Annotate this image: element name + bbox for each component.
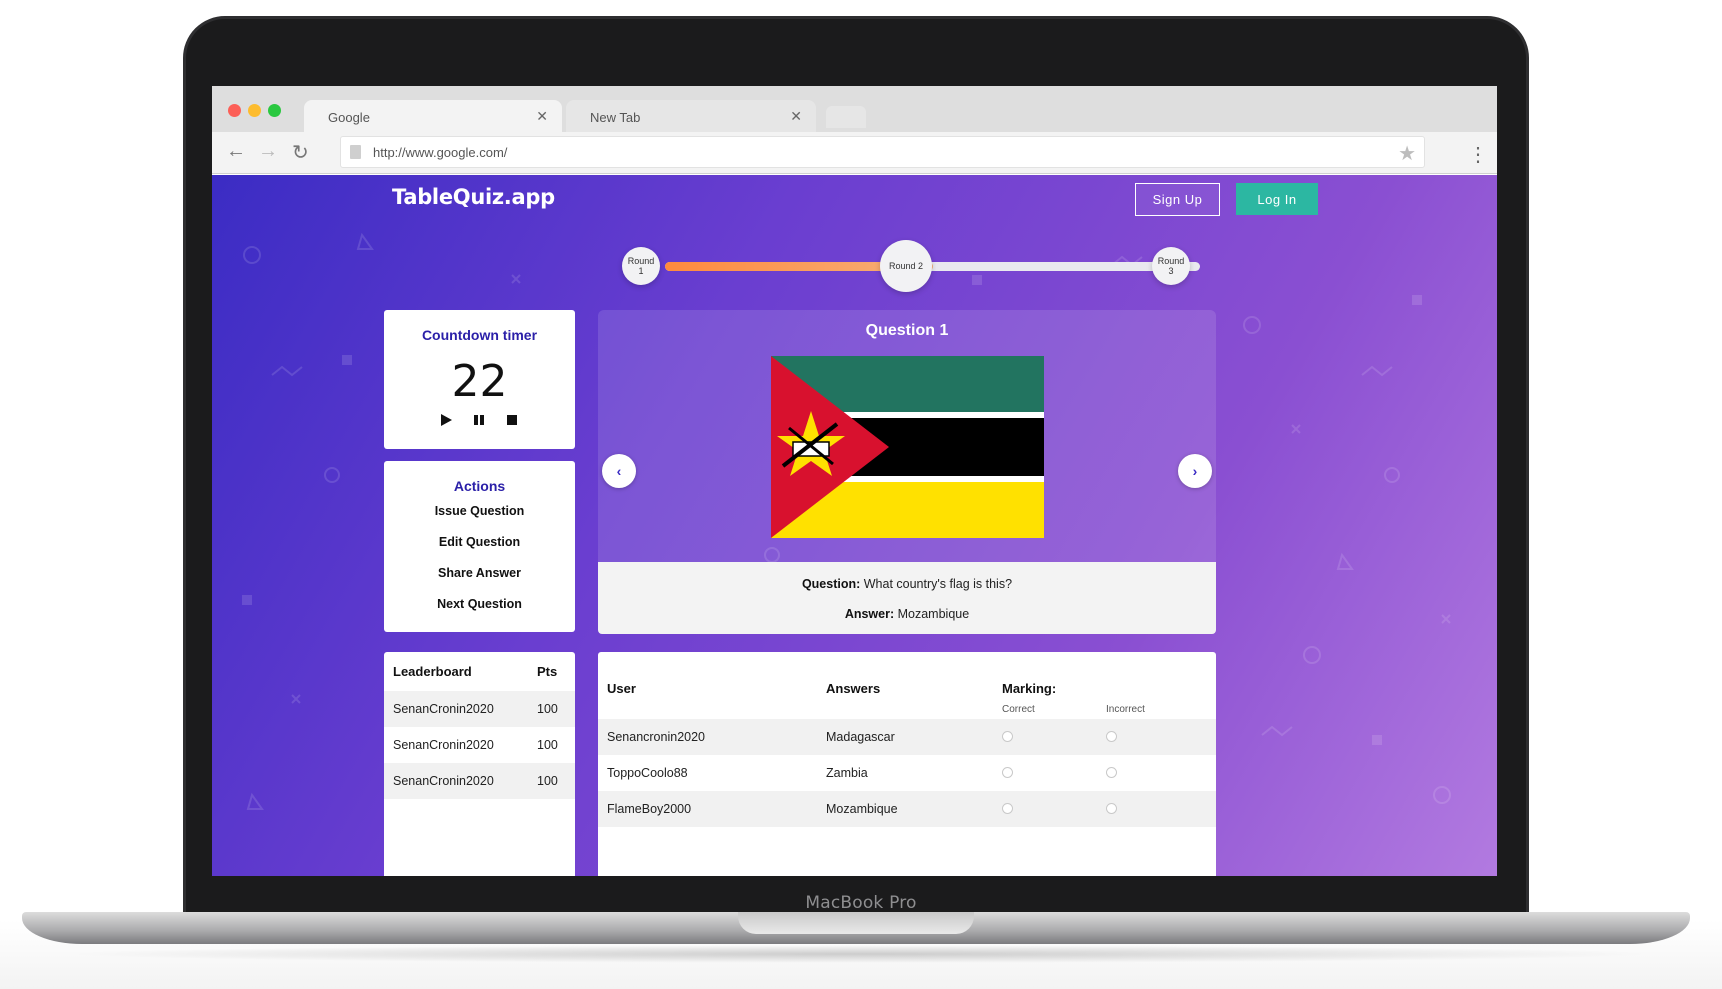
answers-marking-card: User Answers Marking: Correct Incorrect … bbox=[598, 652, 1216, 876]
pause-icon[interactable] bbox=[472, 413, 486, 427]
question-panel: Question 1 ‹ › bbox=[598, 310, 1216, 562]
leaderboard-user: SenanCronin2020 bbox=[393, 774, 494, 788]
app-viewport: TableQuiz.app Sign Up Log In Round 1 Roun… bbox=[212, 175, 1497, 876]
device-label: MacBook Pro bbox=[805, 893, 917, 913]
answer-value: Mozambique bbox=[826, 802, 898, 816]
incorrect-subheader: Incorrect bbox=[1106, 704, 1145, 715]
answer-line: Answer: Mozambique bbox=[598, 607, 1216, 621]
timer-title: Countdown timer bbox=[421, 327, 538, 343]
page-icon bbox=[350, 145, 361, 159]
previous-question-button[interactable]: ‹ bbox=[602, 454, 636, 488]
correct-radio[interactable] bbox=[1002, 767, 1013, 778]
back-arrow-icon[interactable]: ← bbox=[226, 140, 246, 163]
round-1-step[interactable]: Round 1 bbox=[622, 247, 660, 285]
minimize-window-icon[interactable] bbox=[248, 104, 261, 117]
sign-up-button[interactable]: Sign Up bbox=[1135, 183, 1220, 216]
user-column-header: User bbox=[607, 681, 636, 696]
table-row: Senancronin2020 Madagascar bbox=[598, 719, 1216, 755]
points-header: Pts bbox=[537, 664, 558, 679]
mozambique-flag-image bbox=[771, 356, 1044, 538]
reload-icon[interactable]: ↻ bbox=[292, 140, 309, 165]
app-logo[interactable]: TableQuiz.app bbox=[392, 185, 555, 209]
round-3-step[interactable]: Round 3 bbox=[1152, 247, 1190, 285]
correct-radio[interactable] bbox=[1002, 803, 1013, 814]
share-answer-action[interactable]: Share Answer bbox=[384, 566, 575, 580]
kebab-menu-icon[interactable]: ⋮ bbox=[1468, 142, 1488, 167]
question-text: What country's flag is this? bbox=[860, 577, 1013, 591]
answer-value: Zambia bbox=[826, 766, 868, 780]
question-answer-box: Question: What country's flag is this? A… bbox=[598, 562, 1216, 634]
next-question-action[interactable]: Next Question bbox=[384, 597, 575, 611]
answer-value: Madagascar bbox=[826, 730, 895, 744]
incorrect-radio[interactable] bbox=[1106, 767, 1117, 778]
next-question-button[interactable]: › bbox=[1178, 454, 1212, 488]
incorrect-radio[interactable] bbox=[1106, 803, 1117, 814]
timer-value: 22 bbox=[451, 356, 508, 407]
leaderboard-card: Leaderboard Pts SenanCronin2020 100 Sena… bbox=[384, 652, 575, 876]
play-icon[interactable] bbox=[439, 413, 453, 427]
leaderboard-user: SenanCronin2020 bbox=[393, 738, 494, 752]
tab-google[interactable]: Google ✕ bbox=[304, 100, 562, 132]
incorrect-radio[interactable] bbox=[1106, 731, 1117, 742]
round-label: Round 2 bbox=[888, 261, 924, 271]
actions-title: Actions bbox=[453, 478, 506, 494]
laptop-notch bbox=[738, 912, 974, 934]
stop-icon[interactable] bbox=[505, 413, 519, 427]
forward-arrow-icon[interactable]: → bbox=[258, 140, 278, 163]
close-tab-icon[interactable]: ✕ bbox=[536, 108, 548, 125]
marking-column-header: Marking: bbox=[1002, 681, 1057, 696]
leaderboard-points: 100 bbox=[537, 702, 558, 716]
tab-bar: Google ✕ New Tab ✕ bbox=[212, 86, 1497, 132]
round-progress-track bbox=[665, 262, 1200, 271]
table-row: FlameBoy2000 Mozambique bbox=[598, 791, 1216, 827]
question-title: Question 1 bbox=[865, 322, 949, 339]
answer-text: Mozambique bbox=[894, 607, 970, 621]
url-text: http://www.google.com/ bbox=[373, 145, 508, 160]
leaderboard-row: SenanCronin2020 100 bbox=[384, 691, 575, 727]
round-number: 1 bbox=[638, 266, 644, 276]
leaderboard-title: Leaderboard bbox=[393, 664, 472, 679]
leaderboard-points: 100 bbox=[537, 738, 558, 752]
answer-user: FlameBoy2000 bbox=[607, 802, 692, 816]
laptop-shadow bbox=[60, 945, 1660, 963]
tab-label: New Tab bbox=[590, 110, 641, 125]
close-tab-icon[interactable]: ✕ bbox=[790, 108, 802, 125]
edit-question-action[interactable]: Edit Question bbox=[384, 535, 575, 549]
leaderboard-points: 100 bbox=[537, 774, 558, 788]
log-in-button[interactable]: Log In bbox=[1236, 183, 1318, 215]
question-label: Question: bbox=[801, 577, 861, 591]
correct-subheader: Correct bbox=[1002, 704, 1035, 715]
address-bar[interactable]: http://www.google.com/ ★ bbox=[340, 136, 1425, 168]
leaderboard-row: SenanCronin2020 100 bbox=[384, 763, 575, 799]
product-mockup: MacBook Pro Google ✕ New Tab ✕ ← → ↻ htt bbox=[0, 0, 1722, 989]
tab-new-tab[interactable]: New Tab ✕ bbox=[566, 100, 816, 132]
table-row: ToppoCoolo88 Zambia bbox=[598, 755, 1216, 791]
tab-label: Google bbox=[328, 110, 370, 125]
correct-radio[interactable] bbox=[1002, 731, 1013, 742]
round-label: Round bbox=[1157, 256, 1185, 266]
leaderboard-row: SenanCronin2020 100 bbox=[384, 727, 575, 763]
browser-toolbar: ← → ↻ http://www.google.com/ ★ ⋮ bbox=[212, 132, 1497, 174]
zoom-window-icon[interactable] bbox=[268, 104, 281, 117]
answers-column-header: Answers bbox=[826, 681, 881, 696]
new-tab-button[interactable] bbox=[826, 106, 866, 128]
leaderboard-user: SenanCronin2020 bbox=[393, 702, 494, 716]
chevron-left-icon: ‹ bbox=[616, 463, 622, 479]
question-line: Question: What country's flag is this? bbox=[598, 577, 1216, 591]
chevron-right-icon: › bbox=[1192, 463, 1198, 479]
round-2-step[interactable]: Round 2 bbox=[880, 240, 932, 292]
issue-question-action[interactable]: Issue Question bbox=[384, 504, 575, 518]
leaderboard-header: Leaderboard Pts bbox=[384, 652, 575, 690]
answer-user: Senancronin2020 bbox=[607, 730, 705, 744]
close-window-icon[interactable] bbox=[228, 104, 241, 117]
round-number: 3 bbox=[1168, 266, 1174, 276]
browser-window: Google ✕ New Tab ✕ ← → ↻ http://www.goog… bbox=[212, 86, 1497, 876]
answer-user: ToppoCoolo88 bbox=[607, 766, 688, 780]
round-label: Round bbox=[627, 256, 655, 266]
answer-label: Answer: bbox=[844, 607, 895, 621]
countdown-timer-card: Countdown timer 22 bbox=[384, 310, 575, 449]
actions-card: Actions Issue Question Edit Question Sha… bbox=[384, 461, 575, 632]
star-icon[interactable]: ★ bbox=[1398, 141, 1416, 166]
